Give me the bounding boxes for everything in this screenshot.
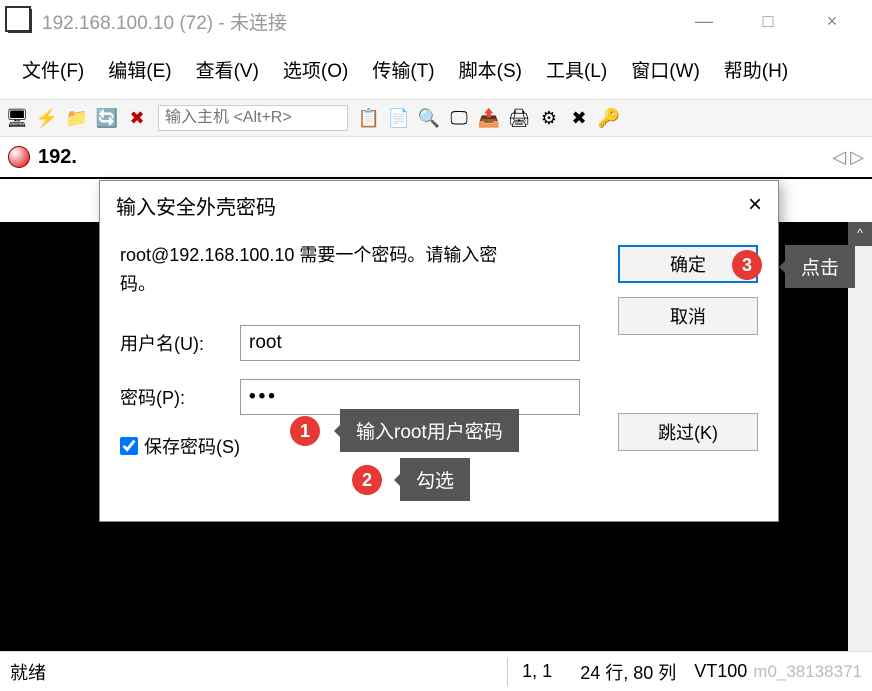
close-window-button[interactable]: × [800, 0, 864, 42]
tb-screen-icon[interactable]: 🖵 [446, 105, 472, 131]
scroll-up-button[interactable]: ^ [848, 222, 872, 246]
window-title: 192.168.100.10 (72) - 未连接 [42, 8, 672, 35]
host-input[interactable] [158, 105, 348, 131]
dialog-message: root@192.168.100.10 需要一个密码。请输入密码。 [120, 241, 520, 299]
watermark: m0_38138371 [753, 662, 862, 682]
menu-file[interactable]: 文件(F) [10, 46, 96, 93]
skip-button[interactable]: 跳过(K) [618, 413, 758, 451]
minimize-button[interactable]: — [672, 0, 736, 42]
tb-find-icon[interactable]: 🔍 [416, 105, 442, 131]
tb-options-icon[interactable]: ⚙ [536, 105, 562, 131]
annotation-badge-2: 2 [352, 465, 382, 495]
status-size: 24 行, 80 列 [580, 659, 676, 685]
menu-help[interactable]: 帮助(H) [712, 46, 800, 93]
tab-prev-icon[interactable]: ◁ [832, 147, 846, 168]
toolbar: 🖥 ⚡ 📁 🔄 ✖ 📋 📄 🔍 🖵 📤 🖨 ⚙ ✖ 🔑 [0, 99, 872, 137]
status-pos: 1, 1 [522, 661, 552, 682]
tb-disconnect-icon[interactable]: ✖ [124, 105, 150, 131]
statusbar: 就绪 1, 1 24 行, 80 列 VT100 m0_38138371 [0, 651, 872, 691]
tabbar: 192. ◁ ▷ [0, 137, 872, 179]
menu-script[interactable]: 脚本(S) [447, 46, 534, 93]
tab-label[interactable]: 192. [38, 146, 77, 169]
menu-transfer[interactable]: 传输(T) [360, 46, 446, 93]
tab-next-icon[interactable]: ▷ [850, 147, 864, 168]
tb-connect-icon[interactable]: 🖥 [4, 105, 30, 131]
annotation-badge-1: 1 [290, 416, 320, 446]
tb-transfer-icon[interactable]: 📤 [476, 105, 502, 131]
status-term: VT100 [694, 661, 747, 682]
annotation-callout-1: 输入root用户密码 [340, 409, 519, 452]
tb-settings-icon[interactable]: ✖ [566, 105, 592, 131]
tb-paste-icon[interactable]: 📄 [386, 105, 412, 131]
annotation-badge-3: 3 [732, 250, 762, 280]
tb-key-icon[interactable]: 🔑 [596, 105, 622, 131]
tb-reconnect-icon[interactable]: 🔄 [94, 105, 120, 131]
menubar: 文件(F) 编辑(E) 查看(V) 选项(O) 传输(T) 脚本(S) 工具(L… [0, 42, 872, 99]
tb-quick-connect-icon[interactable]: ⚡ [34, 105, 60, 131]
password-label: 密码(P): [120, 384, 240, 410]
menu-options[interactable]: 选项(O) [271, 46, 360, 93]
tab-status-icon [8, 146, 30, 168]
tb-copy-icon[interactable]: 📋 [356, 105, 382, 131]
maximize-button[interactable]: □ [736, 0, 800, 42]
menu-edit[interactable]: 编辑(E) [96, 46, 183, 93]
save-password-label: 保存密码(S) [144, 433, 240, 459]
app-icon [8, 9, 32, 33]
status-ready: 就绪 [10, 659, 493, 685]
tb-print-icon[interactable]: 🖨 [506, 105, 532, 131]
cancel-button[interactable]: 取消 [618, 297, 758, 335]
annotation-callout-3: 点击 [785, 245, 855, 288]
annotation-callout-2: 勾选 [400, 458, 470, 501]
menu-tools[interactable]: 工具(L) [534, 46, 619, 93]
menu-window[interactable]: 窗口(W) [619, 46, 712, 93]
menu-view[interactable]: 查看(V) [184, 46, 271, 93]
username-label: 用户名(U): [120, 330, 240, 356]
dialog-close-button[interactable]: × [748, 191, 762, 219]
save-password-checkbox[interactable] [120, 437, 138, 455]
titlebar: 192.168.100.10 (72) - 未连接 — □ × [0, 0, 872, 42]
tb-session-icon[interactable]: 📁 [64, 105, 90, 131]
dialog-title: 输入安全外壳密码 [116, 191, 276, 220]
username-input[interactable] [240, 325, 580, 361]
